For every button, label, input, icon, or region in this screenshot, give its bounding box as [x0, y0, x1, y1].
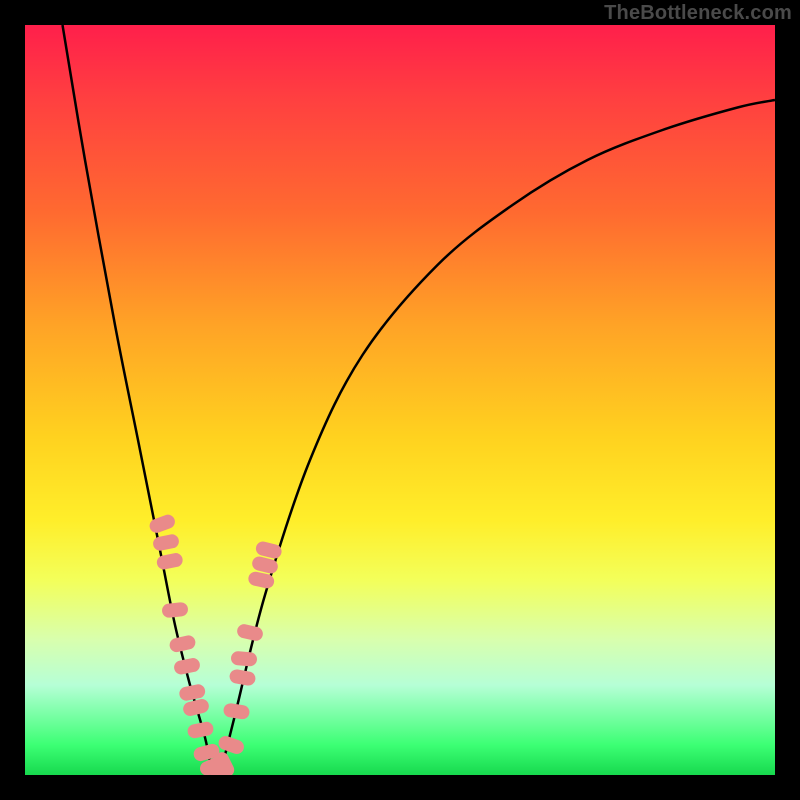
curve-layer	[63, 25, 776, 775]
data-marker	[228, 668, 256, 686]
data-marker	[161, 602, 188, 619]
data-marker	[223, 702, 251, 720]
data-marker	[236, 623, 264, 642]
watermark-text: TheBottleneck.com	[604, 2, 792, 25]
data-marker	[186, 721, 214, 740]
data-marker	[230, 651, 257, 667]
plot-area	[25, 25, 775, 775]
chart-svg	[25, 25, 775, 775]
data-marker	[168, 634, 196, 653]
curve-right-branch	[220, 100, 775, 775]
outer-frame: TheBottleneck.com	[0, 0, 800, 800]
data-marker	[173, 657, 201, 676]
marker-layer	[148, 513, 283, 775]
